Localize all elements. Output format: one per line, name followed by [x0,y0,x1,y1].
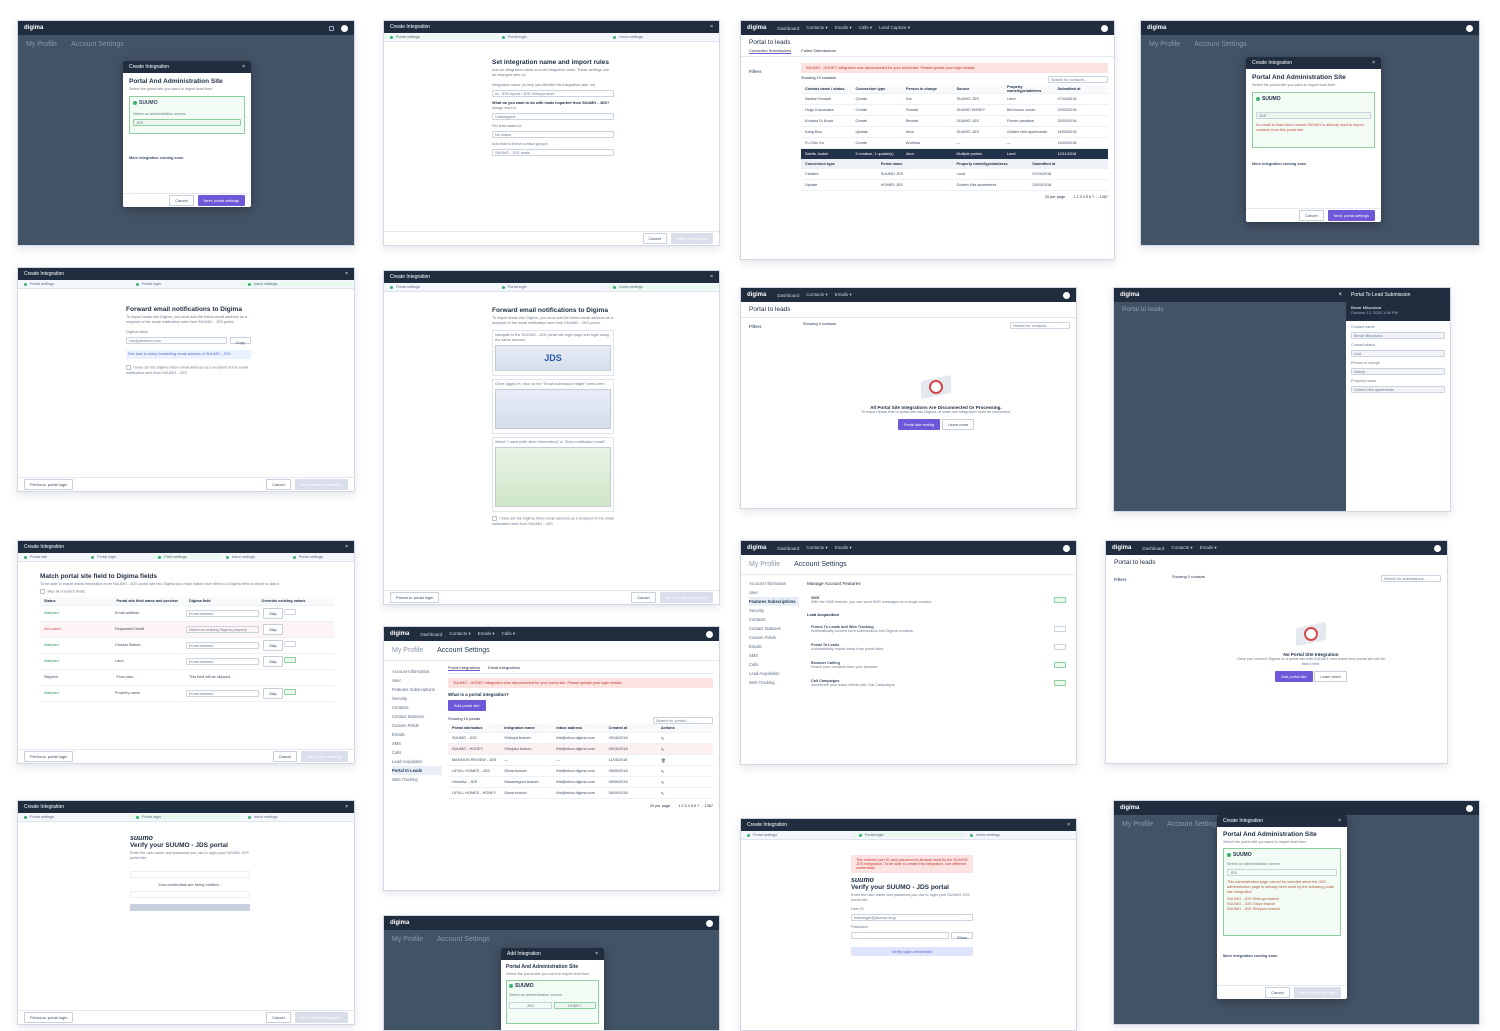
copy-button[interactable]: Copy [229,337,251,345]
settings-screenshot [495,447,611,507]
avatar[interactable] [1434,544,1441,552]
table-row[interactable]: Kohana Di Nucci Create Bernad SUUMO JDS Flow… [801,116,1108,127]
suumo-logo: suumo [851,877,874,884]
add-portal-button[interactable]: Add portal site [448,700,486,711]
avatar[interactable] [1466,24,1473,32]
screenshot-forward-email: Create Integration × Portal settings Porta… [17,267,355,492]
cancel-button[interactable]: Cancel [169,195,194,206]
edit-icon[interactable]: ✎ [661,747,709,752]
screenshot-verify-error: Create Integration × Portal settings Porta… [740,818,1077,1031]
jds-screenshot: JDS [495,345,611,371]
next-button[interactable]: Next: portal login [670,233,713,244]
screenshot-portal-select-warning: digima My Profile Account Settings Create… [1140,20,1480,246]
suumo-logo: suumo [130,835,153,842]
disconnected-illustration [917,374,955,400]
suumo-logo[interactable]: SUUMO [139,100,158,106]
bell-icon[interactable] [329,25,334,31]
close-icon[interactable]: × [345,804,348,810]
avatar[interactable] [1466,804,1473,812]
admin-select[interactable]: JDS [133,119,241,126]
menu-screenshot [495,389,611,429]
edit-icon[interactable]: ✎ [661,780,709,785]
assign-select[interactable]: Unassigned [492,113,614,120]
screenshot-portal-to-leads-disconnected: digima Dashboard Contacts ▾ Emails ▾ Portal… [740,287,1077,509]
avatar[interactable] [1101,24,1108,32]
avatar[interactable] [706,919,713,927]
screenshot-features-subscriptions: digima Dashboard Contacts ▾ Emails ▾ My Pro… [740,540,1077,765]
password-input[interactable] [851,932,949,939]
trash-icon[interactable]: 🗑 [661,758,709,763]
table-row[interactable]: SUUMO - JDS Shibuya branch fhk@inbox.digim… [448,733,713,744]
screenshot-match-fields: Create Integration × Portal site Portal lo… [17,540,355,764]
screenshot-submission-panel: digima Portal to leads Portal To Lead Su… [1113,287,1451,512]
close-icon[interactable]: × [595,951,598,957]
avatar[interactable] [341,24,348,32]
top-nav: digima [18,21,354,35]
table-row[interactable]: Hugo Kusumatra Create Ronald SUUMO HONEY Bel… [801,105,1108,116]
screenshot-integration-name-rules: Create Integration × Portal settings Porta… [383,20,720,246]
pagination[interactable]: 1 2 3 4 5 6 7 ... 1367 [1073,195,1108,199]
inbox-address-field[interactable]: info@jdsinbox.com [126,337,227,344]
screenshot-forward-email-steps: Create Integration × Portal settings Porta… [383,270,720,605]
cancel-button[interactable]: Cancel [642,233,667,244]
confirm-checkbox[interactable] [126,365,131,370]
avatar[interactable] [1063,291,1070,299]
submission-panel: Portal To Lead Submission Benar Mikoulan… [1346,288,1450,511]
screenshot-create-integration-portal-select: digima My Profile Account Settings Create… [17,20,355,246]
table-row[interactable]: Kang Bau Update Aton SUUMO JDS Golden hills … [801,127,1108,138]
close-icon[interactable]: × [710,274,713,280]
close-icon[interactable]: × [710,24,713,30]
confirm-checkbox[interactable] [492,516,497,521]
no-integration-illustration [1292,621,1330,647]
status-select[interactable]: No status [492,131,614,138]
user-id-input[interactable]: fnakshigel@jdsmoa.co.jp [851,914,973,921]
table-row[interactable]: Nadine Ronaldi Create Kai SUUMO JDS Land 07/0… [801,94,1108,105]
table-row-expanded[interactable]: Saelfa Joubel 5 creation, 1 update(s) Aton… [801,149,1108,160]
avatar[interactable] [706,630,713,638]
table-row[interactable]: SUUMO - HONEY Shinjuku branch fhk@inbox.di… [448,744,713,755]
close-icon[interactable]: × [1067,822,1070,828]
edit-icon[interactable]: ✎ [661,769,709,774]
close-icon[interactable]: × [345,271,348,277]
screenshot-portal-integrations: digima Dashboard Contacts ▾ Emails ▾ Calls ▾… [383,626,720,891]
close-icon[interactable]: × [345,544,348,550]
edit-icon[interactable]: ✎ [661,736,709,741]
screenshot-portal-to-leads-table: digima Dashboard Contacts ▾ Emails ▾ Calls ▾… [740,20,1115,260]
integration-name-input[interactable]: ex. JDS import / JDS Shibuya store [492,90,614,97]
edit-icon[interactable]: ✎ [661,791,709,796]
screenshot-verify-loading: Create Integration × Portal settings Porta… [17,800,355,1025]
table-row[interactable]: HomeAz - JDS Nakameguro branch fhk@inbox.d… [448,777,713,788]
create-integration-modal: Create Integration × Portal And Administr… [123,61,251,207]
table-row[interactable]: LIFULL HOMES - HONEY Ginza branch fhk@inbo… [448,788,713,799]
close-icon[interactable]: × [1372,60,1375,66]
screenshot-no-portal-integration: digima Dashboard Contacts ▾ Emails ▾ Portal… [1105,540,1448,764]
close-icon[interactable]: × [242,64,245,70]
table-row[interactable]: Fu Chin Ko Create Andreas — —15/03/2018 [801,138,1108,149]
groups-select[interactable]: SUUMO - JDS leads [492,149,614,156]
verify-button[interactable]: Verify login credentials [851,947,973,956]
next-button[interactable]: Next: portal settings [197,195,245,206]
close-icon[interactable]: × [1338,292,1342,298]
table-row[interactable]: MANSION REVIEW - JDS — —11/05/2018 🗑 [448,755,713,766]
close-icon[interactable]: × [1338,818,1341,824]
screenshot-add-integration: digima My Profile Account Settings Add In… [383,915,720,1031]
pagination[interactable]: 1 2 3 4 5 6 7 ... 1367 [678,804,713,808]
avatar[interactable] [1063,544,1070,552]
screenshot-admin-page-used: digima My Profile Account Settings Create… [1113,800,1480,1025]
table-row[interactable]: LIFULL HOMES - JDS Ginza branch fhk@inbox.… [448,766,713,777]
